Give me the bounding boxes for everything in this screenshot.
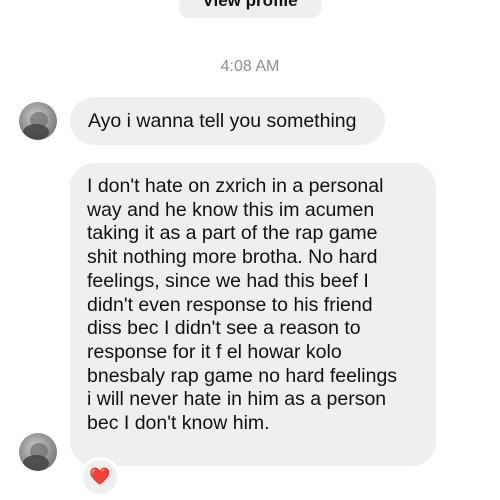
message-bubble[interactable]: I don't hate on zxrich in a personal way… [70, 163, 436, 466]
view-profile-button[interactable]: View profile [179, 0, 321, 18]
message-timestamp: 4:08 AM [220, 58, 280, 75]
sender-avatar[interactable] [19, 433, 57, 471]
heart-reaction-icon[interactable]: ❤️ [80, 457, 120, 497]
message-bubble[interactable]: Ayo i wanna tell you something [70, 97, 385, 145]
sender-avatar[interactable] [19, 102, 57, 140]
